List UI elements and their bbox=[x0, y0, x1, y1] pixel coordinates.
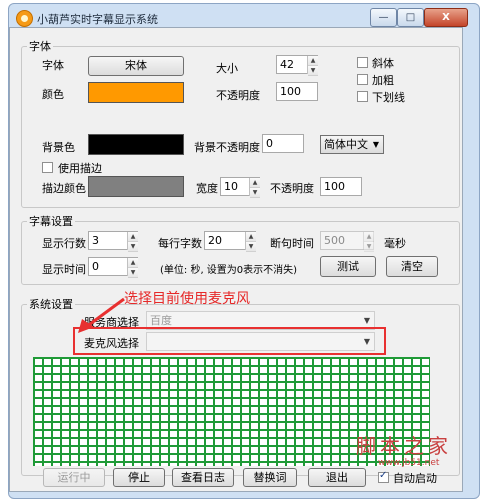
bg-color-label: 背景色 bbox=[42, 141, 75, 154]
spin-up-icon[interactable]: ▲ bbox=[128, 258, 138, 268]
autostart-checkbox[interactable] bbox=[378, 470, 389, 483]
bg-opacity-input[interactable]: 0 bbox=[262, 134, 304, 153]
vendor-value: 百度 bbox=[150, 314, 172, 327]
time-spinner[interactable]: ▲ ▼ bbox=[127, 258, 138, 278]
rows-spinner[interactable]: ▲ ▼ bbox=[127, 232, 138, 252]
underline-checkbox[interactable] bbox=[357, 91, 368, 102]
annotation-text: 选择目前使用麦克风 bbox=[124, 291, 250, 307]
chevron-down-icon: ▼ bbox=[372, 140, 379, 149]
replace-words-button[interactable]: 替换词 bbox=[243, 468, 297, 487]
system-group-legend: 系统设置 bbox=[29, 298, 73, 311]
spin-up-icon: ▲ bbox=[364, 232, 374, 242]
stop-button[interactable]: 停止 bbox=[113, 468, 165, 487]
exit-button[interactable]: 退出 bbox=[308, 468, 366, 487]
italic-checkbox[interactable] bbox=[357, 57, 368, 68]
color-label: 颜色 bbox=[42, 88, 64, 101]
spin-down-icon: ▼ bbox=[364, 242, 374, 252]
font-group-legend: 字体 bbox=[29, 40, 51, 53]
maximize-button[interactable]: □ bbox=[397, 8, 424, 27]
italic-label: 斜体 bbox=[372, 57, 394, 70]
stroke-color-swatch[interactable] bbox=[88, 176, 184, 197]
use-stroke-label: 使用描边 bbox=[58, 162, 102, 175]
opacity-input[interactable]: 100 bbox=[276, 82, 318, 101]
spin-down-icon[interactable]: ▼ bbox=[246, 242, 256, 252]
font-select-button[interactable]: 宋体 bbox=[88, 56, 184, 76]
window-title: 小葫芦实时字幕显示系统 bbox=[37, 13, 158, 26]
stroke-width-label: 宽度 bbox=[196, 182, 218, 195]
font-label: 字体 bbox=[42, 59, 64, 72]
close-button[interactable]: X bbox=[424, 8, 468, 27]
running-button: 运行中 bbox=[43, 468, 105, 487]
use-stroke-checkbox[interactable] bbox=[42, 162, 53, 173]
language-select[interactable]: 简体中文 ▼ bbox=[320, 135, 384, 154]
chars-label: 每行字数 bbox=[158, 237, 202, 250]
underline-label: 下划线 bbox=[372, 91, 405, 104]
chars-spinner[interactable]: ▲ ▼ bbox=[245, 232, 256, 252]
size-label: 大小 bbox=[216, 62, 238, 75]
watermark-url: www.jb51.net bbox=[378, 458, 440, 468]
pause-unit: 毫秒 bbox=[384, 237, 406, 250]
rows-label: 显示行数 bbox=[42, 237, 86, 250]
spin-down-icon[interactable]: ▼ bbox=[128, 242, 138, 252]
minimize-button[interactable]: — bbox=[370, 8, 397, 27]
stroke-width-spinner[interactable]: ▲ ▼ bbox=[249, 178, 260, 198]
test-button[interactable]: 测试 bbox=[320, 256, 376, 277]
bg-color-swatch[interactable] bbox=[88, 134, 184, 155]
spin-up-icon[interactable]: ▲ bbox=[246, 232, 256, 242]
stroke-opacity-label: 不透明度 bbox=[270, 182, 314, 195]
size-spinner[interactable]: ▲ ▼ bbox=[307, 56, 318, 76]
bold-label: 加粗 bbox=[372, 74, 394, 87]
watermark-text: 脚本之家 bbox=[356, 434, 452, 458]
annotation-arrow-icon bbox=[78, 297, 125, 333]
view-log-button[interactable]: 查看日志 bbox=[172, 468, 234, 487]
language-value: 简体中文 bbox=[324, 138, 368, 151]
spin-down-icon[interactable]: ▼ bbox=[250, 188, 260, 198]
spin-up-icon[interactable]: ▲ bbox=[128, 232, 138, 242]
app-logo-icon bbox=[16, 10, 33, 27]
spin-down-icon[interactable]: ▼ bbox=[308, 66, 318, 76]
stroke-color-label: 描边颜色 bbox=[42, 182, 86, 195]
time-hint: (单位: 秒, 设置为0表示不消失) bbox=[160, 265, 298, 276]
spin-down-icon[interactable]: ▼ bbox=[128, 268, 138, 278]
opacity-label: 不透明度 bbox=[216, 89, 260, 102]
time-label: 显示时间 bbox=[42, 263, 86, 276]
stroke-opacity-input[interactable]: 100 bbox=[320, 177, 362, 196]
spin-up-icon[interactable]: ▲ bbox=[250, 178, 260, 188]
bold-checkbox[interactable] bbox=[357, 74, 368, 85]
clear-button[interactable]: 清空 bbox=[386, 256, 438, 277]
spin-up-icon[interactable]: ▲ bbox=[308, 56, 318, 66]
autostart-label: 自动启动 bbox=[393, 472, 437, 485]
subtitle-group-legend: 字幕设置 bbox=[29, 215, 73, 228]
font-color-swatch[interactable] bbox=[88, 82, 184, 103]
bg-opacity-label: 背景不透明度 bbox=[194, 141, 260, 154]
pause-spinner: ▲ ▼ bbox=[363, 232, 374, 252]
pause-label: 断句时间 bbox=[270, 237, 314, 250]
